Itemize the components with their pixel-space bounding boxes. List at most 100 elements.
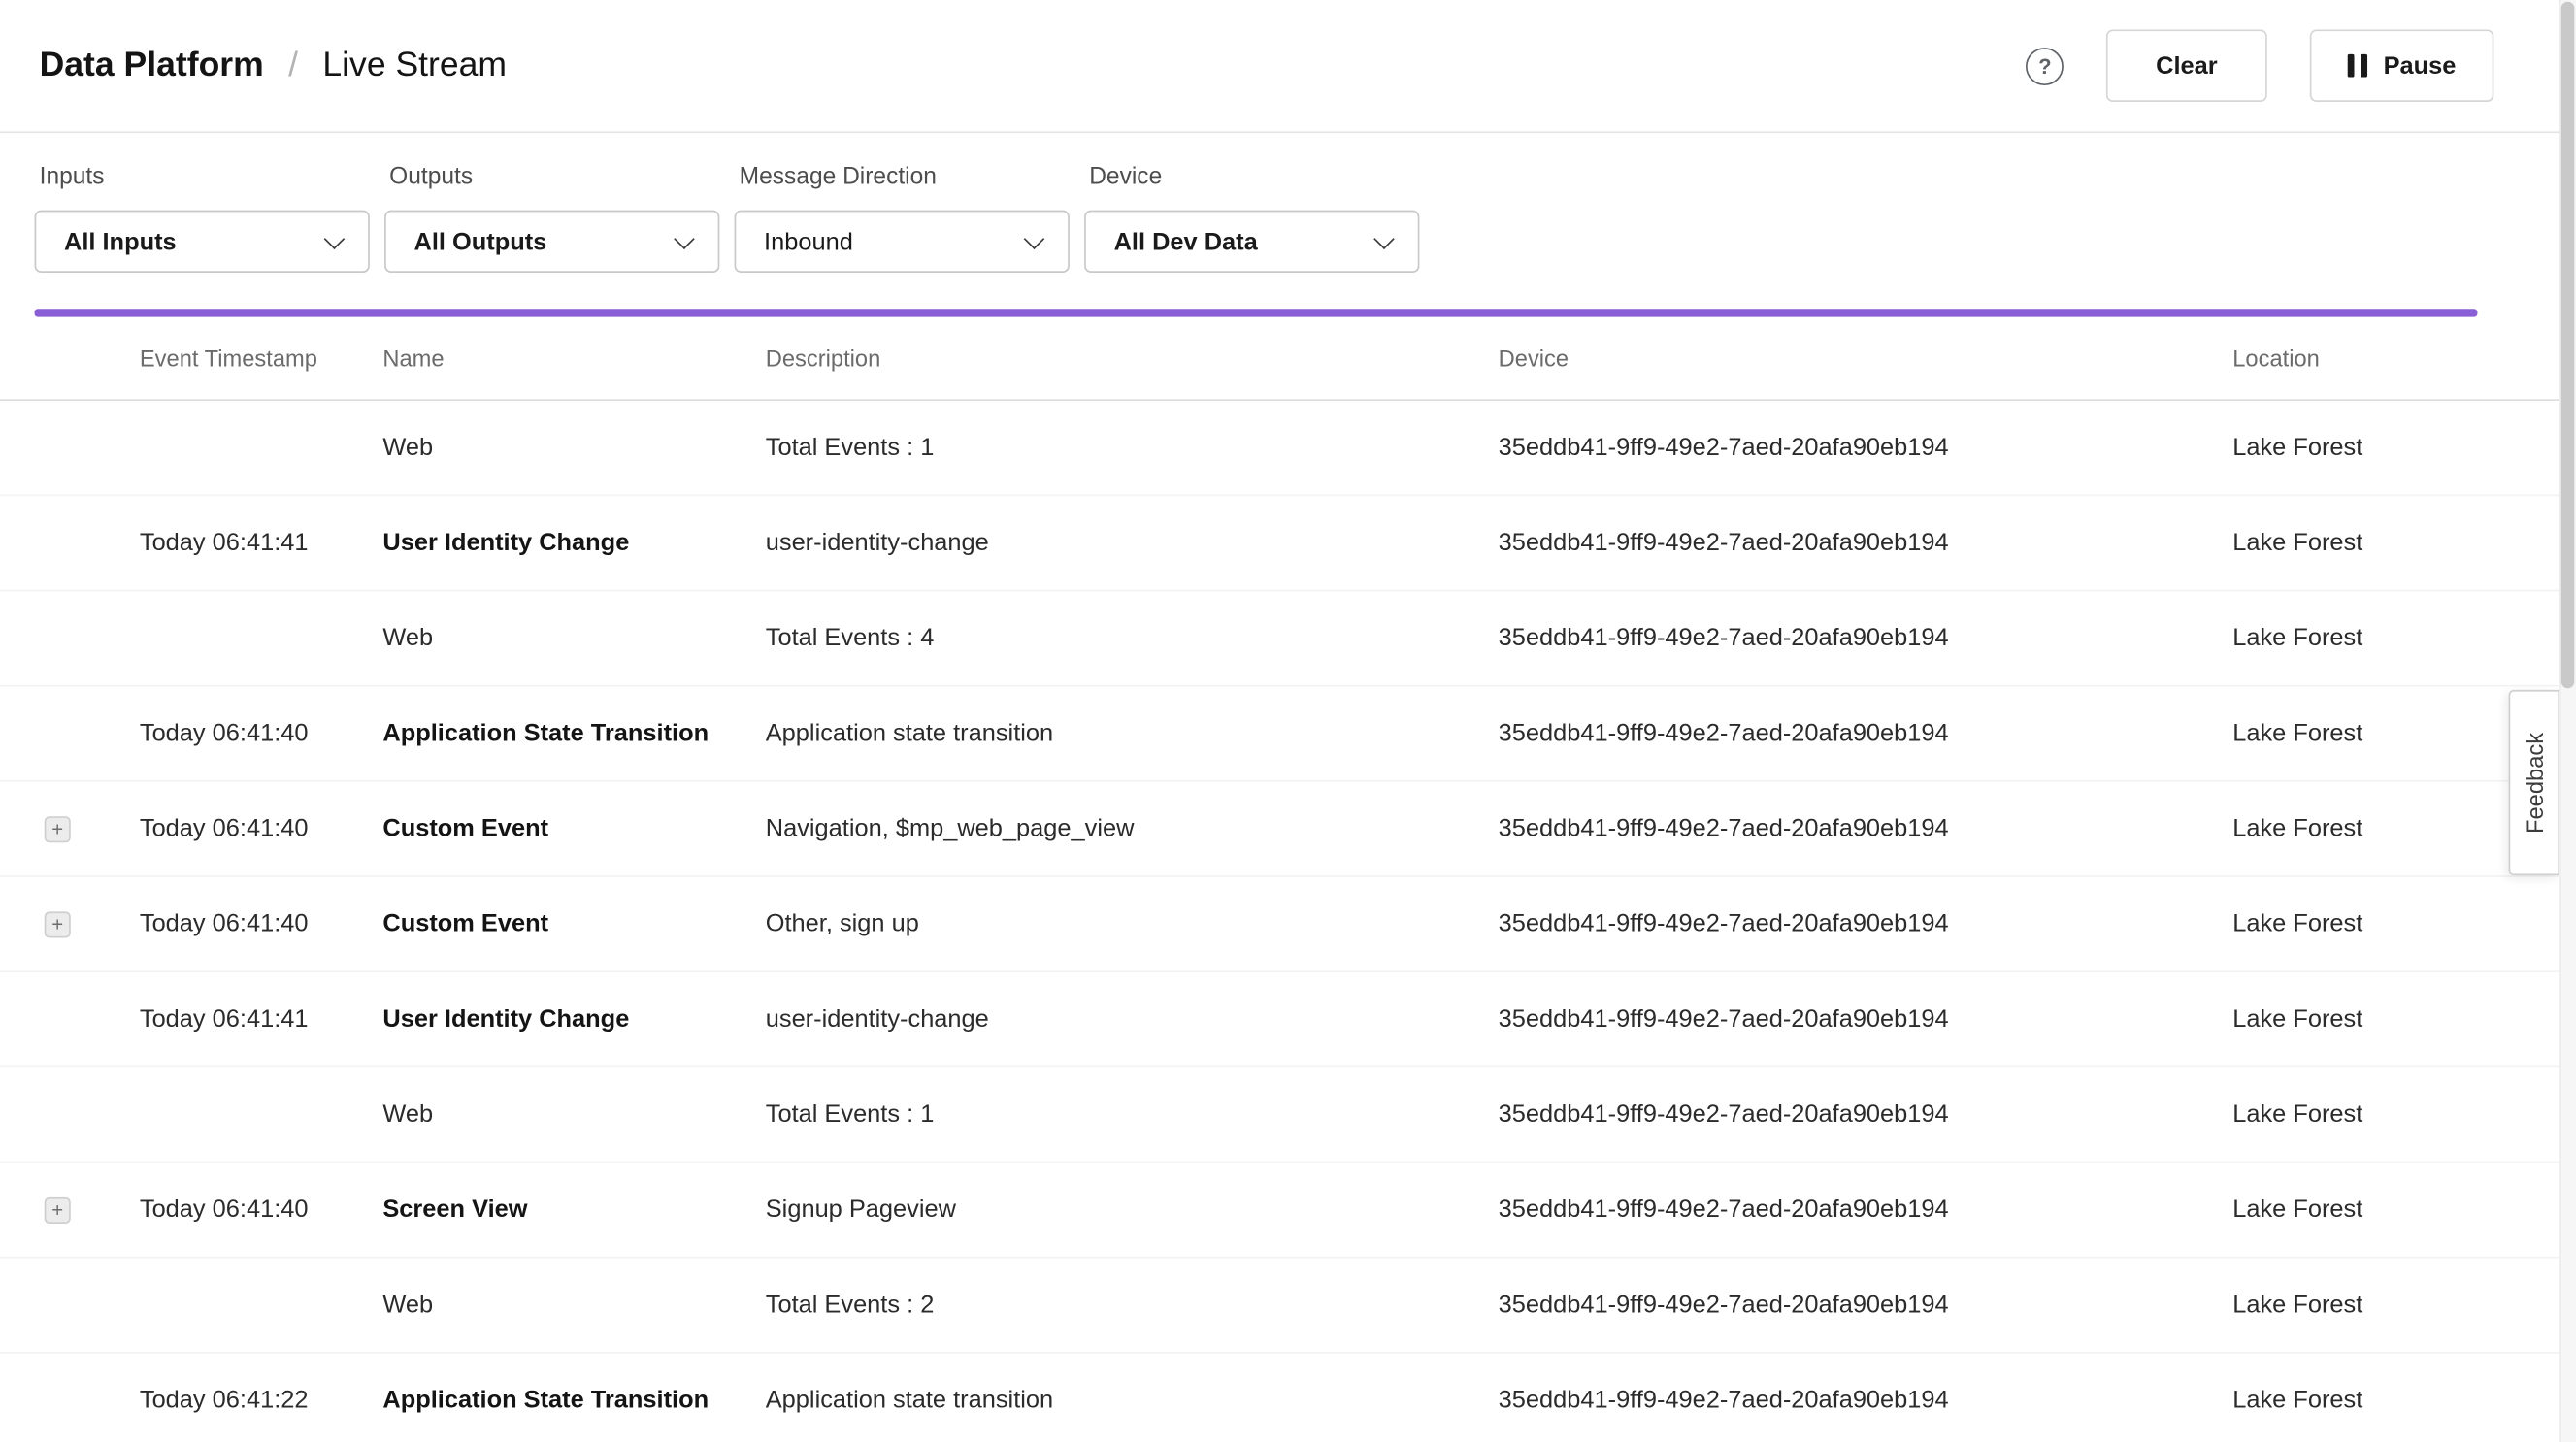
filter-group: Inputs All Inputs: [35, 164, 370, 273]
pause-button-label: Pause: [2384, 51, 2457, 80]
cell-name: Screen View: [382, 1196, 765, 1224]
cell-device: 35eddb41-9ff9-49e2-7aed-20afa90eb194: [1499, 1005, 2233, 1033]
table-row[interactable]: Today 06:41:22 Application State Transit…: [0, 1354, 2576, 1442]
cell-device: 35eddb41-9ff9-49e2-7aed-20afa90eb194: [1499, 529, 2233, 557]
filter-dropdown[interactable]: All Inputs: [35, 211, 370, 273]
cell-location: Lake Forest: [2232, 1196, 2576, 1224]
table-body: Web Total Events : 1 35eddb41-9ff9-49e2-…: [0, 401, 2576, 1442]
cell-location: Lake Forest: [2232, 624, 2576, 652]
cell-device: 35eddb41-9ff9-49e2-7aed-20afa90eb194: [1499, 1291, 2233, 1319]
cell-description: Other, sign up: [766, 910, 1499, 938]
cell-location: Lake Forest: [2232, 1291, 2576, 1319]
cell-name: Custom Event: [382, 815, 765, 843]
expand-row-button[interactable]: +: [45, 911, 71, 937]
filter-group: Device All Dev Data: [1084, 164, 1419, 273]
feedback-tab[interactable]: Feedback: [2509, 690, 2559, 875]
table-header: Event Timestamp Name Description Device …: [0, 317, 2576, 401]
filter-selected-value: All Inputs: [64, 227, 177, 255]
cell-description: user-identity-change: [766, 529, 1499, 557]
clear-button[interactable]: Clear: [2106, 29, 2266, 101]
scrollbar-thumb[interactable]: [2561, 2, 2575, 689]
filter-selected-value: Inbound: [764, 227, 853, 255]
feedback-tab-label: Feedback: [2521, 732, 2547, 833]
cell-description: Navigation, $mp_web_page_view: [766, 815, 1499, 843]
table-row[interactable]: Web Total Events : 1 35eddb41-9ff9-49e2-…: [0, 1067, 2576, 1163]
cell-event-timestamp: Today 06:41:22: [140, 1387, 383, 1415]
col-name: Name: [382, 344, 765, 371]
cell-name: User Identity Change: [382, 529, 765, 557]
table-row[interactable]: Web Total Events : 1 35eddb41-9ff9-49e2-…: [0, 401, 2576, 496]
filter-label: Outputs: [384, 164, 719, 190]
table-row[interactable]: + Today 06:41:40 Screen View Signup Page…: [0, 1163, 2576, 1258]
filter-group: Outputs All Outputs: [384, 164, 719, 273]
breadcrumb-separator: /: [288, 46, 298, 85]
filter-dropdown[interactable]: Inbound: [735, 211, 1070, 273]
expand-cell: [0, 625, 140, 651]
table-row[interactable]: Today 06:41:40 Application State Transit…: [0, 687, 2576, 782]
col-event-timestamp: Event Timestamp: [140, 344, 383, 371]
breadcrumb: Data Platform / Live Stream: [40, 46, 507, 85]
expand-cell: [0, 435, 140, 461]
table-row[interactable]: Today 06:41:41 User Identity Change user…: [0, 496, 2576, 591]
chevron-down-icon: [1373, 229, 1395, 250]
cell-location: Lake Forest: [2232, 1005, 2576, 1033]
help-icon[interactable]: ?: [2026, 47, 2064, 84]
cell-name: Custom Event: [382, 910, 765, 938]
top-bar-actions: ? Clear Pause: [2026, 29, 2493, 101]
filter-selected-value: All Dev Data: [1114, 227, 1258, 255]
col-device: Device: [1499, 344, 2233, 371]
chevron-down-icon: [674, 229, 695, 250]
cell-description: Total Events : 1: [766, 1100, 1499, 1129]
cell-location: Lake Forest: [2232, 910, 2576, 938]
filter-bar: Inputs All Inputs Outputs All Outputs Me…: [0, 133, 2576, 273]
filter-label: Message Direction: [735, 164, 1070, 190]
expand-cell: [0, 1101, 140, 1128]
cell-event-timestamp: Today 06:41:40: [140, 910, 383, 938]
table-row[interactable]: Web Total Events : 4 35eddb41-9ff9-49e2-…: [0, 591, 2576, 686]
expand-cell: +: [0, 1196, 140, 1223]
cell-description: Signup Pageview: [766, 1196, 1499, 1224]
cell-name: Application State Transition: [382, 719, 765, 747]
cell-event-timestamp: Today 06:41:40: [140, 1196, 383, 1224]
cell-description: Application state transition: [766, 1387, 1499, 1415]
filter-selected-value: All Outputs: [414, 227, 547, 255]
filter-dropdown[interactable]: All Outputs: [384, 211, 719, 273]
cell-device: 35eddb41-9ff9-49e2-7aed-20afa90eb194: [1499, 1100, 2233, 1129]
cell-name: Web: [382, 1100, 765, 1129]
col-description: Description: [766, 344, 1499, 371]
vertical-scrollbar[interactable]: [2559, 0, 2576, 1442]
chevron-down-icon: [1024, 229, 1045, 250]
cell-device: 35eddb41-9ff9-49e2-7aed-20afa90eb194: [1499, 624, 2233, 652]
filter-dropdown[interactable]: All Dev Data: [1084, 211, 1419, 273]
table-row[interactable]: Today 06:41:41 User Identity Change user…: [0, 972, 2576, 1067]
cell-name: Application State Transition: [382, 1387, 765, 1415]
cell-device: 35eddb41-9ff9-49e2-7aed-20afa90eb194: [1499, 815, 2233, 843]
table-row[interactable]: + Today 06:41:40 Custom Event Navigation…: [0, 782, 2576, 877]
pause-button[interactable]: Pause: [2309, 29, 2493, 101]
expand-cell: [0, 720, 140, 746]
cell-event-timestamp: Today 06:41:41: [140, 529, 383, 557]
expand-row-button[interactable]: +: [45, 815, 71, 841]
cell-description: Total Events : 2: [766, 1291, 1499, 1319]
table-row[interactable]: + Today 06:41:40 Custom Event Other, sig…: [0, 877, 2576, 972]
table-row[interactable]: Web Total Events : 2 35eddb41-9ff9-49e2-…: [0, 1259, 2576, 1354]
cell-location: Lake Forest: [2232, 529, 2576, 557]
expand-cell: [0, 1387, 140, 1413]
cell-device: 35eddb41-9ff9-49e2-7aed-20afa90eb194: [1499, 910, 2233, 938]
cell-description: Application state transition: [766, 719, 1499, 747]
expand-row-button[interactable]: +: [45, 1196, 71, 1223]
cell-name: Web: [382, 434, 765, 462]
cell-description: user-identity-change: [766, 1005, 1499, 1033]
filter-label: Device: [1084, 164, 1419, 190]
pause-icon: [2347, 54, 2366, 78]
expand-cell: [0, 530, 140, 556]
cell-location: Lake Forest: [2232, 434, 2576, 462]
filter-label: Inputs: [35, 164, 370, 190]
cell-description: Total Events : 1: [766, 434, 1499, 462]
cell-location: Lake Forest: [2232, 1387, 2576, 1415]
stream-progress-bar: [35, 309, 2478, 316]
expand-cell: [0, 1006, 140, 1032]
cell-device: 35eddb41-9ff9-49e2-7aed-20afa90eb194: [1499, 1387, 2233, 1415]
breadcrumb-section[interactable]: Data Platform: [40, 46, 264, 85]
expand-cell: +: [0, 911, 140, 937]
